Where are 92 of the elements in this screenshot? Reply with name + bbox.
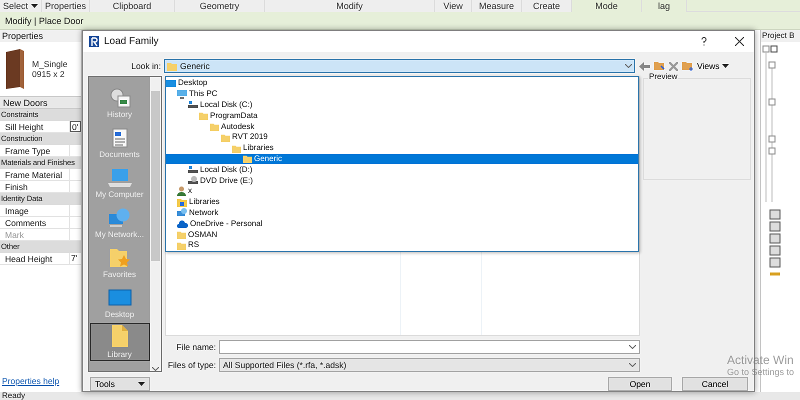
type-selector[interactable]: New Doors bbox=[0, 96, 81, 109]
ribbon-tab[interactable]: Measure bbox=[472, 0, 522, 12]
chevron-icon bbox=[625, 64, 632, 68]
file-type-label: Files of type: bbox=[166, 360, 217, 370]
network-icon bbox=[177, 208, 187, 218]
property-label: Mark bbox=[0, 229, 70, 240]
folder-item[interactable]: RVT 2019 bbox=[166, 132, 638, 143]
folder-item[interactable]: OneDrive - Personal bbox=[166, 218, 638, 230]
property-label: Frame Material bbox=[0, 169, 70, 180]
close-icon bbox=[734, 37, 744, 46]
ribbon-tab[interactable]: Select bbox=[0, 0, 42, 12]
ribbon-tab[interactable]: Geometry bbox=[175, 0, 266, 12]
disc-drive-icon bbox=[188, 176, 198, 186]
panel-title: Properties bbox=[0, 30, 81, 42]
property-label: Comments bbox=[0, 217, 70, 228]
ribbon-tab[interactable]: Clipboard bbox=[90, 0, 176, 12]
look-in-label: Look in: bbox=[130, 61, 162, 72]
file-type-dropdown[interactable]: All Supported Files (*.rfa, *.adsk) bbox=[219, 358, 640, 372]
panel-title: Project B bbox=[761, 30, 800, 42]
property-value[interactable]: 0' bbox=[70, 121, 81, 132]
property-label: Sill Height bbox=[0, 121, 70, 132]
document-icon bbox=[110, 128, 128, 148]
preview-label: Preview bbox=[648, 72, 678, 81]
dropdown-caret-icon bbox=[31, 4, 38, 8]
new-folder-button[interactable] bbox=[682, 61, 693, 72]
folder-item[interactable]: Libraries bbox=[166, 196, 638, 208]
chevron-icon bbox=[629, 363, 636, 367]
type-name: M_Single bbox=[32, 59, 68, 69]
caret-icon bbox=[138, 382, 145, 386]
folder-item[interactable]: DVD Drive (E:) bbox=[166, 175, 638, 186]
back-arrow-icon bbox=[639, 62, 650, 71]
folder-item[interactable]: Local Disk (D:) bbox=[166, 164, 638, 176]
clock-icon bbox=[108, 88, 130, 108]
property-label: Head Height bbox=[0, 253, 70, 264]
star-folder-icon bbox=[108, 246, 130, 268]
folder-item[interactable]: OSMAN bbox=[166, 229, 638, 240]
desktop-icon bbox=[166, 78, 176, 88]
file-name-label: File name: bbox=[175, 342, 217, 352]
globe-computer-icon bbox=[108, 208, 132, 228]
folder-item[interactable]: x bbox=[166, 186, 638, 197]
delete-button[interactable] bbox=[669, 62, 678, 71]
folder-item[interactable]: ProgramData bbox=[166, 110, 638, 122]
libraries-icon bbox=[177, 198, 187, 207]
desktop-icon bbox=[108, 288, 132, 308]
property-value[interactable]: 7' bbox=[70, 253, 81, 264]
ribbon-tab[interactable]: Create bbox=[522, 0, 572, 12]
new-folder-icon bbox=[682, 61, 693, 72]
context-label: Modify | Place Door bbox=[5, 16, 84, 26]
drive-icon bbox=[188, 165, 198, 174]
look-in-dropdown[interactable]: Generic bbox=[164, 59, 635, 74]
folder-up-icon bbox=[654, 61, 665, 72]
file-name-field[interactable] bbox=[219, 340, 640, 354]
computer-icon bbox=[177, 90, 187, 99]
property-label: Finish bbox=[0, 181, 70, 192]
folder-item[interactable]: This PC bbox=[166, 88, 638, 100]
up-folder-button[interactable] bbox=[654, 61, 665, 72]
ribbon-tab[interactable]: Modify bbox=[265, 0, 436, 12]
cancel-button[interactable]: Cancel bbox=[682, 377, 748, 391]
delete-icon bbox=[669, 62, 678, 71]
tools-button[interactable]: Tools bbox=[90, 377, 150, 391]
app-logo-icon bbox=[89, 36, 99, 48]
folder-item[interactable]: Autodesk bbox=[166, 121, 638, 132]
caret-icon bbox=[722, 64, 729, 68]
folder-icon bbox=[110, 324, 130, 348]
folder-item[interactable]: Desktop bbox=[166, 78, 638, 89]
drive-icon bbox=[188, 100, 198, 110]
window-title: Load Family bbox=[104, 36, 160, 48]
views-menu[interactable]: Views bbox=[697, 61, 729, 72]
ribbon-tab[interactable]: View bbox=[435, 0, 472, 12]
open-button[interactable]: Open bbox=[608, 377, 672, 391]
type-size: 0915 x 2 bbox=[32, 69, 66, 79]
ribbon-tab[interactable]: Properties bbox=[42, 0, 90, 12]
folder-item[interactable]: Local Disk (C:) bbox=[166, 100, 638, 110]
property-label: Image bbox=[0, 205, 70, 216]
cloud-icon bbox=[177, 220, 188, 228]
status-text: Ready bbox=[1, 392, 26, 400]
folder-icon bbox=[167, 61, 177, 72]
ribbon-tab[interactable]: lag bbox=[642, 0, 688, 12]
laptop-icon bbox=[108, 168, 132, 188]
help-link[interactable]: Properties help bbox=[0, 376, 81, 392]
chevron-icon bbox=[152, 367, 159, 371]
user-icon bbox=[177, 186, 186, 196]
back-button[interactable] bbox=[639, 62, 650, 71]
scrollbar[interactable] bbox=[150, 77, 161, 371]
folder-item[interactable]: RS bbox=[166, 240, 638, 251]
chevron-icon bbox=[629, 345, 636, 349]
ribbon-tab[interactable]: Mode bbox=[572, 0, 642, 12]
folder-item[interactable]: Generic bbox=[166, 154, 638, 164]
door-icon bbox=[4, 48, 26, 90]
folder-item[interactable]: Libraries bbox=[166, 142, 638, 154]
property-label: Frame Type bbox=[0, 145, 70, 156]
folder-item[interactable]: Network bbox=[166, 208, 638, 218]
